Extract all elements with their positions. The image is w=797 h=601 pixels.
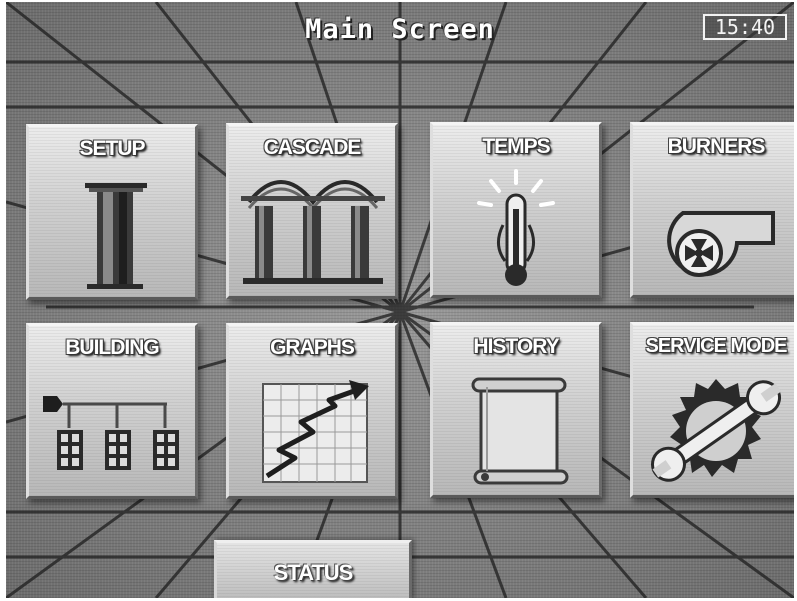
cascade-columns-icon [241,180,385,284]
building-windows-icon [43,396,179,470]
status-label: STATUS [273,560,354,585]
building-button[interactable]: BUILDING [26,323,198,499]
page-title: Main Screen [305,14,495,45]
graphs-button[interactable]: GRAPHS [226,323,398,499]
thermometer-icon [477,169,555,286]
graph-trend-icon [262,380,369,483]
scroll-icon [471,377,569,485]
burners-button[interactable]: BURNERS [630,122,794,298]
setup-label: SETUP [79,137,145,160]
cascade-button[interactable]: CASCADE [226,123,398,299]
main-screen: Main Screen 15:40 SETUP CASCADE TEMPS BU… [6,2,794,598]
temps-button[interactable]: TEMPS [430,122,602,298]
temps-label: TEMPS [482,135,550,158]
burners-label: BURNERS [667,135,766,158]
setup-button[interactable]: SETUP [26,124,198,300]
wrench-gear-icon [650,379,782,482]
history-label: HISTORY [473,335,559,358]
perspective-grid-background [6,2,794,598]
status-button[interactable]: STATUS [214,540,412,598]
cascade-label: CASCADE [263,136,362,159]
blower-fan-icon [667,211,775,277]
service-mode-label: SERVICE MODE [645,335,788,357]
graphs-label: GRAPHS [270,336,355,359]
clock-display: 15:40 [703,14,787,40]
column-icon [85,183,147,289]
service-mode-button[interactable]: SERVICE MODE [630,322,794,498]
history-button[interactable]: HISTORY [430,322,602,498]
building-label: BUILDING [65,336,160,359]
